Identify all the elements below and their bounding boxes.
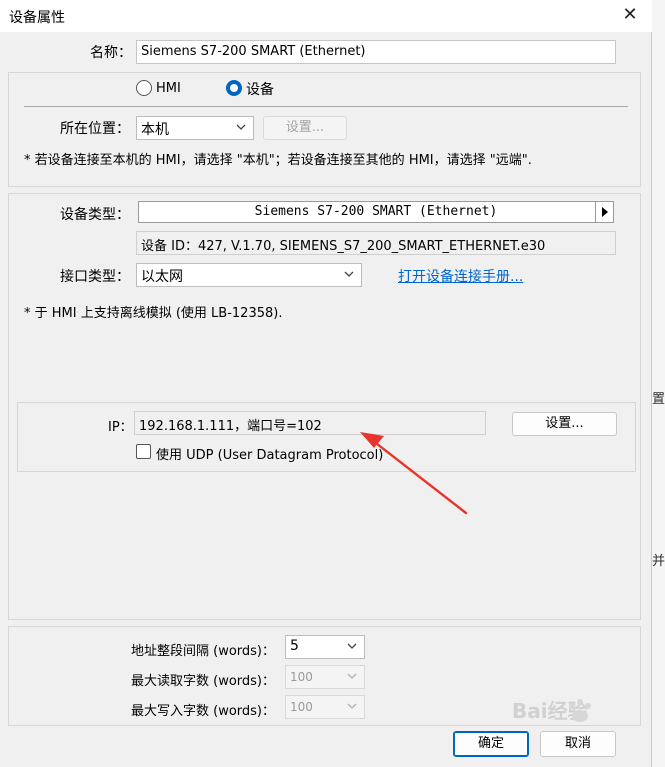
close-icon[interactable]: ✕ bbox=[618, 4, 642, 28]
background-text-fragment: 置. bbox=[652, 392, 665, 407]
interface-value: 以太网 bbox=[141, 269, 183, 285]
device-type-field[interactable]: Siemens S7-200 SMART (Ethernet) bbox=[138, 201, 614, 223]
device-radio-label: 设备 bbox=[246, 82, 274, 98]
hmi-radio-label: HMI bbox=[156, 81, 181, 96]
device-radio[interactable] bbox=[226, 80, 242, 96]
location-label: 所在位置： bbox=[60, 121, 130, 137]
hmi-radio[interactable] bbox=[136, 80, 152, 96]
device-type-picker-button[interactable] bbox=[595, 202, 613, 222]
divider bbox=[24, 106, 628, 107]
device-manual-link[interactable]: 打开设备连接手册... bbox=[398, 266, 523, 286]
background-text-fragment: 并 bbox=[652, 554, 665, 569]
max-write-value: 100 bbox=[290, 700, 313, 714]
background-window: 置. 并 bbox=[652, 0, 665, 767]
dialog-title: 设备属性 bbox=[9, 10, 65, 26]
location-settings-button[interactable]: 设置... bbox=[263, 116, 347, 140]
ok-button[interactable]: 确定 bbox=[453, 731, 529, 757]
max-read-label: 最大读取字数 (words)： bbox=[131, 674, 276, 689]
name-label: 名称： bbox=[90, 45, 132, 61]
device-type-value: Siemens S7-200 SMART (Ethernet) bbox=[254, 204, 498, 219]
device-properties-dialog: 设备属性 ✕ 名称： Siemens S7-200 SMART (Etherne… bbox=[0, 0, 652, 767]
max-write-select[interactable]: 100 bbox=[285, 695, 365, 719]
device-info-field: 设备 ID：427, V.1.70, SIEMENS_S7_200_SMART_… bbox=[136, 231, 616, 255]
address-gap-select[interactable]: 5 bbox=[285, 635, 365, 659]
cancel-button[interactable]: 取消 bbox=[540, 731, 616, 757]
baidu-watermark: Bai经验 bbox=[508, 690, 648, 734]
address-gap-label: 地址整段间隔 (words)： bbox=[131, 644, 276, 659]
offline-note: * 于 HMI 上支持离线模拟 (使用 LB-12358). bbox=[24, 306, 283, 321]
annotation-arrow-icon bbox=[360, 432, 468, 515]
ip-label: IP： bbox=[108, 420, 133, 435]
play-arrow-icon bbox=[602, 207, 608, 217]
name-field[interactable]: Siemens S7-200 SMART (Ethernet) bbox=[136, 40, 616, 64]
interface-label: 接口类型： bbox=[60, 269, 130, 285]
chevron-down-icon bbox=[343, 268, 355, 280]
location-value: 本机 bbox=[141, 122, 169, 138]
title-bar: 设备属性 ✕ bbox=[0, 0, 652, 32]
device-type-label: 设备类型： bbox=[60, 207, 130, 223]
max-read-select[interactable]: 100 bbox=[285, 665, 365, 689]
location-note: * 若设备连接至本机的 HMI，请选择 "本机"；若设备连接至其他的 HMI，请… bbox=[24, 153, 532, 168]
max-read-value: 100 bbox=[290, 670, 313, 684]
address-gap-value: 5 bbox=[290, 638, 299, 654]
chevron-down-icon bbox=[235, 121, 247, 133]
interface-select[interactable]: 以太网 bbox=[136, 263, 362, 287]
location-select[interactable]: 本机 bbox=[136, 116, 254, 140]
chevron-down-icon bbox=[346, 700, 358, 712]
chevron-down-icon bbox=[346, 670, 358, 682]
max-write-label: 最大写入字数 (words)： bbox=[131, 704, 276, 719]
udp-checkbox[interactable] bbox=[136, 444, 151, 459]
chevron-down-icon bbox=[346, 640, 358, 652]
ip-settings-button[interactable]: 设置... bbox=[512, 412, 617, 436]
